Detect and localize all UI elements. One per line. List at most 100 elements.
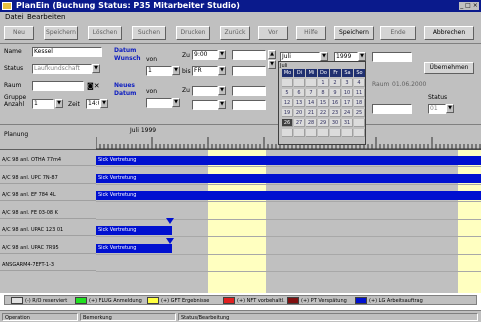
calendar-day-cell[interactable] <box>294 79 305 87</box>
calendar-day-cell[interactable]: 28 <box>306 119 317 127</box>
date-field-4[interactable] <box>232 100 266 110</box>
booking-bar[interactable]: Sick Vertretung <box>96 191 481 200</box>
calendar-day-cell[interactable] <box>354 129 365 137</box>
schedule-row-label[interactable]: A/C 98 anl. UPAC 123 01 <box>0 224 96 236</box>
name-field[interactable]: Kessel <box>32 47 102 57</box>
calendar-day-cell[interactable]: 7 <box>306 89 317 97</box>
toolbar-button-new[interactable]: Neu <box>4 26 34 40</box>
calendar-day-cell[interactable] <box>330 129 341 137</box>
calendar-day-cell[interactable]: 30 <box>330 119 341 127</box>
window-controls[interactable]: _ □ × <box>459 2 479 10</box>
calendar-day-cell[interactable] <box>318 129 329 137</box>
year-dropdown-icon[interactable]: ▼ <box>358 52 366 61</box>
remark-field[interactable] <box>372 104 412 114</box>
calendar-day-cell[interactable]: 16 <box>330 99 341 107</box>
calendar-day-cell[interactable] <box>294 129 305 137</box>
bis2-dropdown-icon[interactable]: ▼ <box>218 100 226 109</box>
calendar-day-cell[interactable]: 9 <box>330 89 341 97</box>
calendar-day-cell[interactable]: 29 <box>318 119 329 127</box>
schedule-row-label[interactable]: A/C 98 anl. UPC 7N-87 <box>0 171 96 184</box>
von2-dropdown-icon[interactable]: ▼ <box>172 98 180 107</box>
calendar-day-cell[interactable]: 5 <box>282 89 293 97</box>
schedule-row-label[interactable]: A/C 98 anl. UPAC 7R95 <box>0 241 96 254</box>
calendar-day-cell[interactable] <box>282 79 293 87</box>
calendar-day-cell[interactable]: 18 <box>354 99 365 107</box>
calendar-day-cell[interactable]: 3 <box>342 79 353 87</box>
calendar-day-cell[interactable] <box>282 129 293 137</box>
binoculars-icon[interactable]: ◙✕ <box>87 81 109 91</box>
calendar-day-cell[interactable]: 15 <box>318 99 329 107</box>
zeit-field[interactable]: 14:0 <box>86 99 100 109</box>
calendar-day-cell[interactable]: 19 <box>282 109 293 117</box>
zu2-field[interactable] <box>192 86 218 96</box>
bis2-field[interactable] <box>192 100 218 110</box>
calendar-day-cell[interactable]: 25 <box>354 109 365 117</box>
calendar-day-cell[interactable] <box>342 129 353 137</box>
date-field-2[interactable] <box>232 66 266 76</box>
zeit-dropdown-icon[interactable]: ▼ <box>100 99 108 108</box>
calendar-day-cell[interactable]: 21 <box>306 109 317 117</box>
toolbar-button-delete[interactable]: Löschen <box>88 26 122 40</box>
schedule-row-label[interactable]: ANSGARM4-7EFT-1-3 <box>0 259 96 271</box>
toolbar-button-print[interactable]: Drucken <box>176 26 210 40</box>
zu-dropdown-icon[interactable]: ▼ <box>218 50 226 59</box>
toolbar-button-speichern[interactable]: Speichern <box>334 26 374 40</box>
toolbar-button-forward[interactable]: Vor <box>258 26 288 40</box>
toolbar-button-help[interactable]: Hilfe <box>296 26 326 40</box>
calendar-day-cell[interactable]: 11 <box>354 89 365 97</box>
calendar-day-cell[interactable]: 26 <box>282 119 293 127</box>
toolbar-button-back[interactable]: Zurück <box>220 26 250 40</box>
booking-bar[interactable]: Sick Vertretung <box>96 173 481 183</box>
calendar-day-cell[interactable]: 31 <box>342 119 353 127</box>
calendar-day-cell[interactable]: 27 <box>294 119 305 127</box>
calendar-day-cell[interactable]: 20 <box>294 109 305 117</box>
von2-field[interactable] <box>146 98 172 108</box>
calendar-day-cell[interactable]: 14 <box>306 99 317 107</box>
von-dropdown-icon[interactable]: ▼ <box>172 66 180 75</box>
calendar-day-cell[interactable]: 10 <box>342 89 353 97</box>
calendar-day-cell[interactable] <box>306 129 317 137</box>
calendar-day-cell[interactable]: 1 <box>318 79 329 87</box>
status-field[interactable]: Laufkundschaft <box>32 64 92 74</box>
menu-datei[interactable]: Datei <box>2 12 27 22</box>
calendar-day-cell[interactable] <box>306 79 317 87</box>
calendar-day-cell[interactable]: 6 <box>294 89 305 97</box>
booking-bar[interactable]: Sick Vertretung <box>96 156 481 165</box>
calendar-popup[interactable]: Juli Mo Di Mi Do Fr Sa So 1 2 3 4 5 6 7 8 9 10 11 12 13 14 15… <box>278 61 366 145</box>
calendar-day-cell[interactable] <box>354 119 365 127</box>
status-dropdown-icon[interactable]: ▼ <box>92 64 100 73</box>
anzahl-field[interactable]: 1 <box>32 99 54 109</box>
toolbar-button-abbrechen[interactable]: Abbrechen <box>424 26 474 40</box>
zu2-dropdown-icon[interactable]: ▼ <box>218 86 226 95</box>
status2-dropdown-icon[interactable]: ▼ <box>446 104 454 113</box>
von-field[interactable]: 1 <box>146 66 172 76</box>
date-field-3[interactable] <box>232 86 266 96</box>
anzahl-dropdown-icon[interactable]: ▼ <box>55 99 63 108</box>
toolbar-button-search[interactable]: Suchen <box>132 26 166 40</box>
toolbar-button-save[interactable]: Speichern <box>44 26 78 40</box>
booking-bar[interactable]: Sick Vertretung <box>96 243 172 253</box>
calendar-day-cell[interactable]: 23 <box>330 109 341 117</box>
calendar-day-cell[interactable]: 13 <box>294 99 305 107</box>
uebernehmen-button[interactable]: Übernehmen <box>424 62 474 74</box>
date-field-1[interactable] <box>232 50 266 60</box>
schedule-row-label[interactable]: A/C 98 anl. FE 03-08 K <box>0 206 96 219</box>
date-spin-up-icon[interactable]: ▲ <box>268 50 276 59</box>
calendar-day-cell[interactable]: 24 <box>342 109 353 117</box>
calendar-day-cell[interactable]: 22 <box>318 109 329 117</box>
toolbar-button-end[interactable]: Ende <box>380 26 416 40</box>
schedule-row-label[interactable]: A/C 98 anl. EF 784 4L <box>0 189 96 201</box>
raum-field[interactable] <box>32 81 84 91</box>
booking-bar[interactable]: Sick Vertretung <box>96 226 172 235</box>
month-dropdown-icon[interactable]: ▼ <box>320 52 328 61</box>
calendar-day-cell[interactable]: 17 <box>342 99 353 107</box>
calendar-day-cell[interactable]: 12 <box>282 99 293 107</box>
menu-bearbeiten[interactable]: Bearbeiten <box>24 12 68 22</box>
date-spin-down-icon[interactable]: ▼ <box>268 60 276 69</box>
status2-field[interactable]: 01 <box>428 104 446 114</box>
schedule-row-label[interactable]: A/C 98 anl. OTHA 77m4 <box>0 154 96 166</box>
extra-field[interactable] <box>372 52 412 62</box>
zu-field[interactable]: 9:00 <box>192 50 218 60</box>
calendar-day-cell[interactable]: 4 <box>354 79 365 87</box>
bis-field[interactable]: FR <box>192 66 218 76</box>
